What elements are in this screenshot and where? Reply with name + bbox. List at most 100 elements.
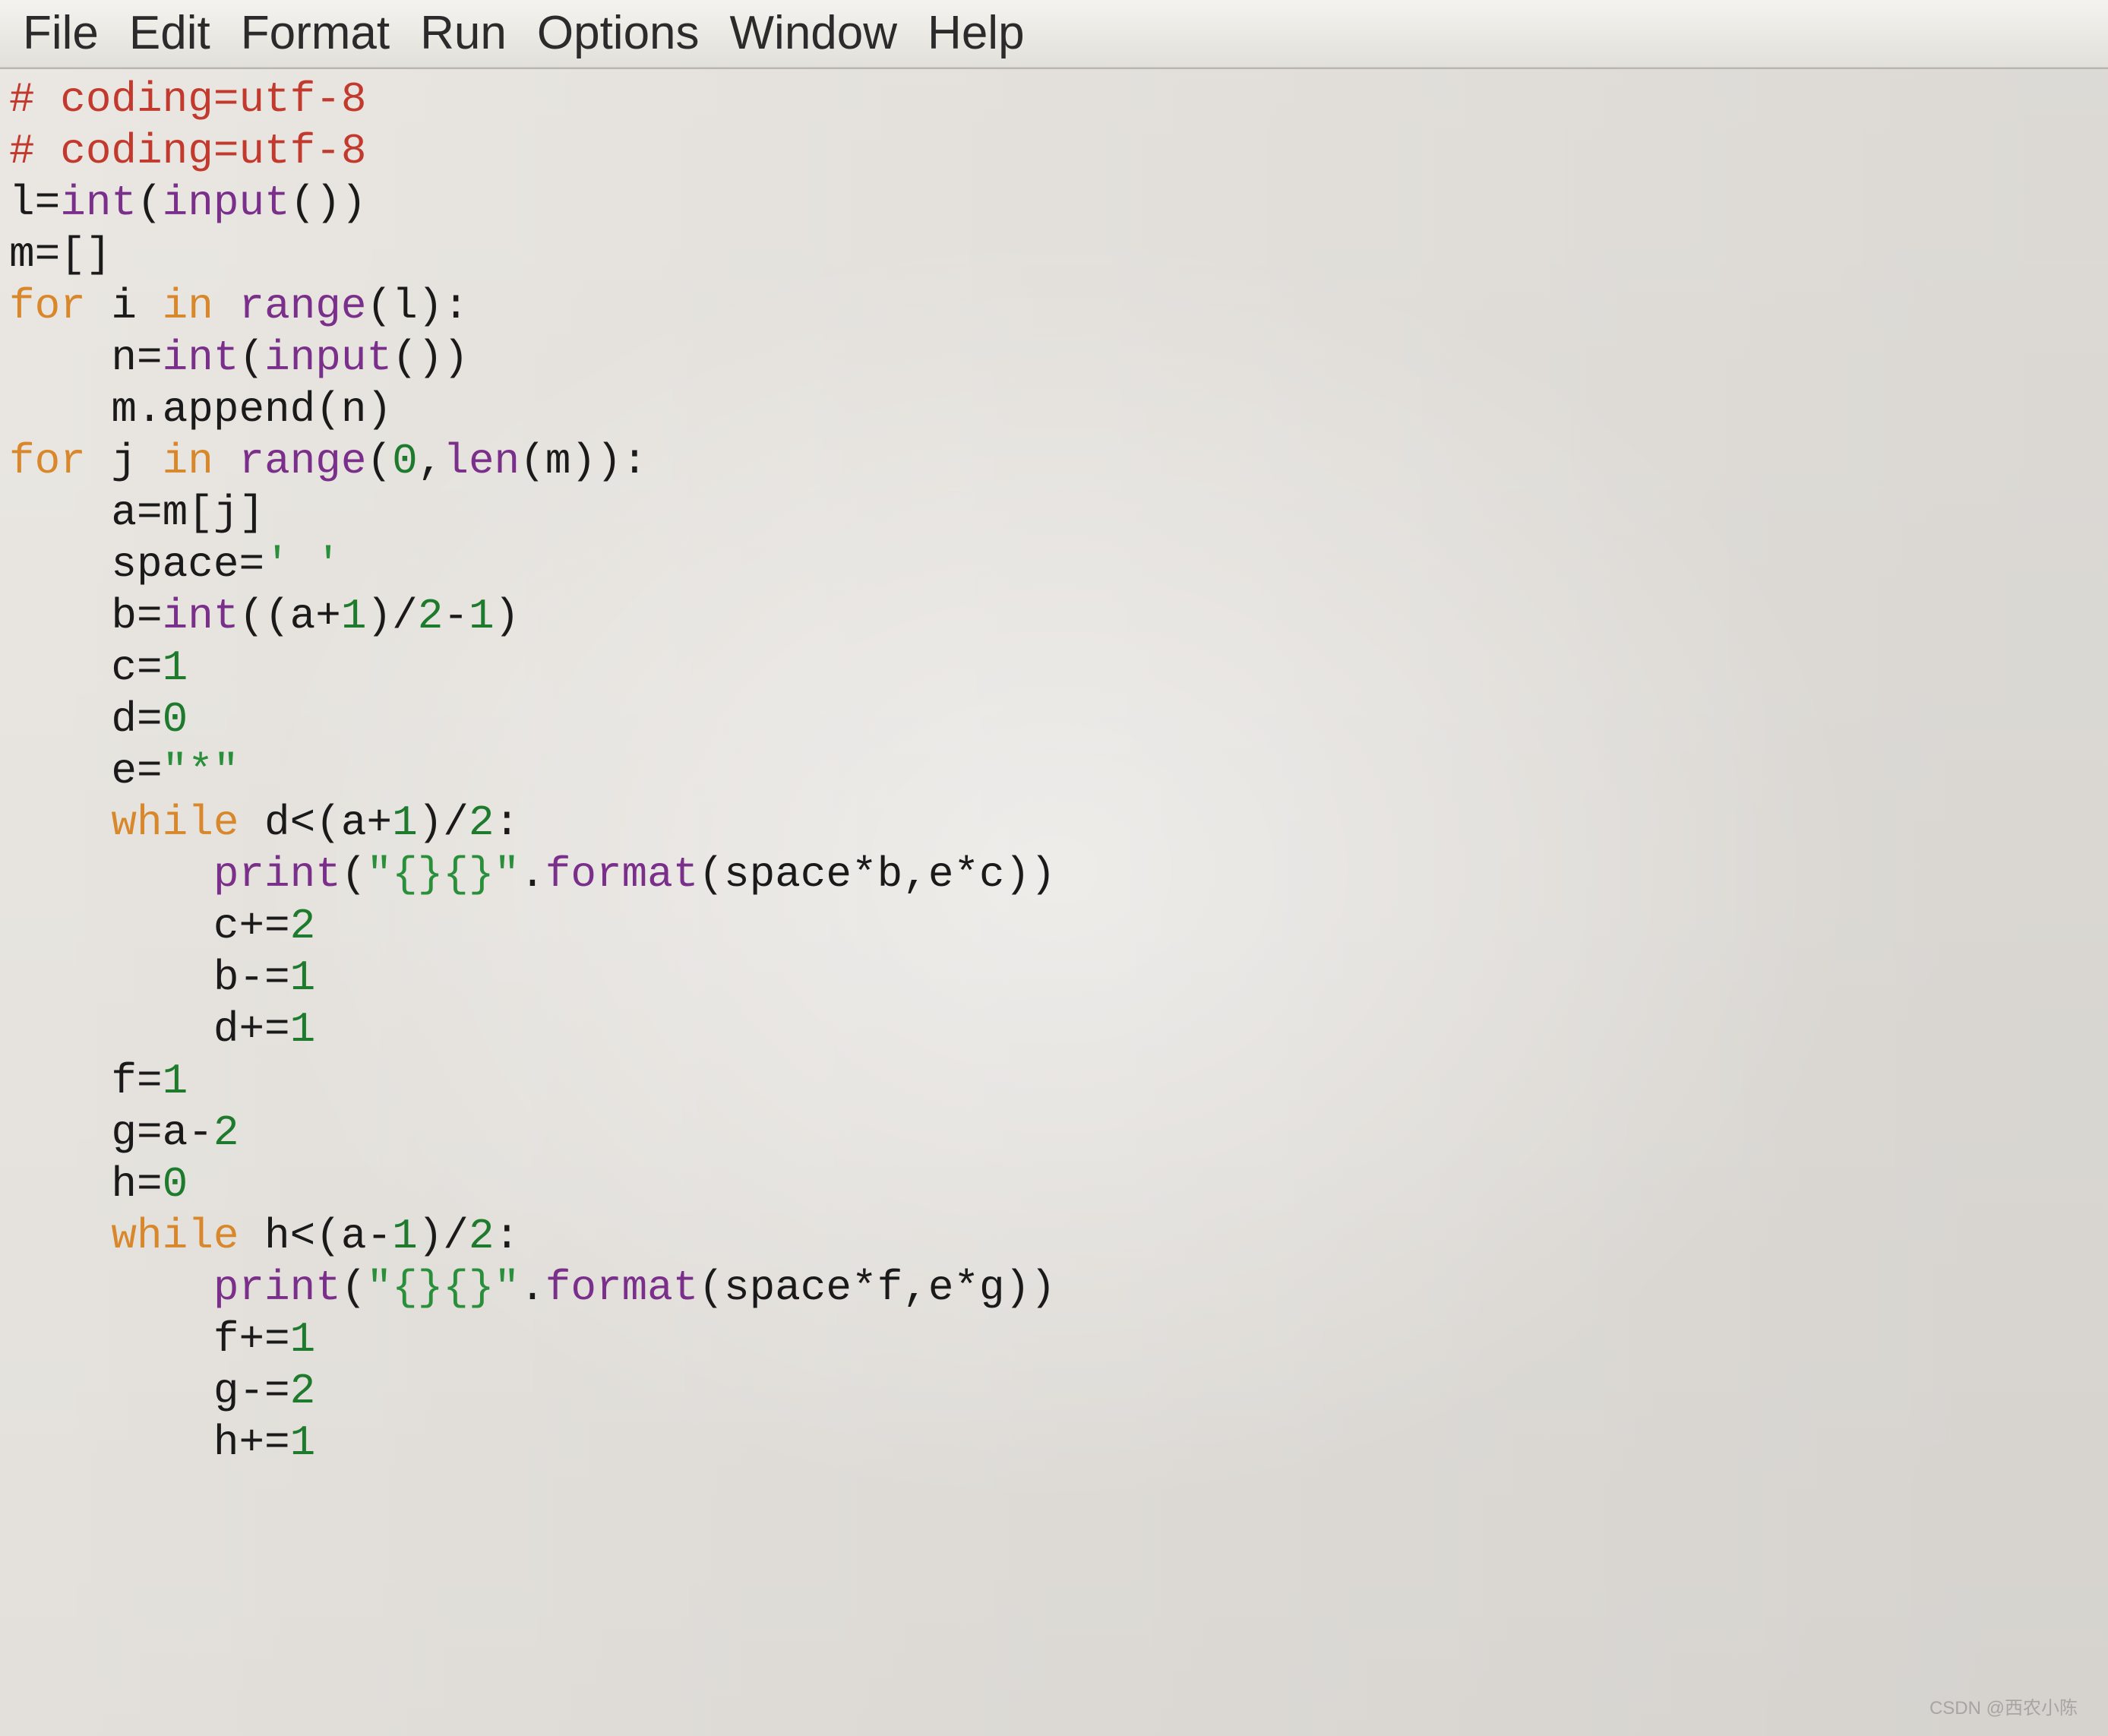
number-token: 0: [392, 437, 418, 485]
code-line: c+=2: [9, 900, 2108, 952]
menu-file[interactable]: File: [23, 6, 99, 60]
builtin-token: range: [239, 282, 366, 330]
code-token: f+=: [9, 1315, 290, 1364]
code-token: d=: [9, 695, 163, 744]
code-token: f=: [9, 1057, 163, 1105]
code-token: ()): [290, 179, 367, 227]
number-token: 2: [469, 798, 495, 847]
code-line: f+=1: [9, 1314, 2108, 1365]
code-line: l=int(input()): [9, 177, 2108, 229]
number-token: 2: [290, 902, 316, 950]
code-token: g-=: [9, 1367, 290, 1415]
code-line: space=' ': [9, 539, 2108, 590]
number-token: 1: [341, 592, 367, 640]
number-token: 1: [163, 643, 188, 692]
code-line: e="*": [9, 745, 2108, 797]
code-line: print("{}{}".format(space*f,e*g)): [9, 1262, 2108, 1314]
code-token: (: [367, 437, 393, 485]
code-token: -: [443, 592, 469, 640]
code-line: d=0: [9, 694, 2108, 745]
code-line: for j in range(0,len(m)):: [9, 435, 2108, 487]
number-token: 1: [290, 1418, 316, 1467]
menu-options[interactable]: Options: [537, 6, 700, 60]
keyword-token: for: [9, 282, 86, 330]
code-token: :: [495, 798, 520, 847]
code-line: n=int(input()): [9, 332, 2108, 384]
number-token: 2: [213, 1108, 239, 1157]
code-line: b-=1: [9, 952, 2108, 1004]
code-line: m=[]: [9, 229, 2108, 280]
code-token: )/: [418, 1212, 469, 1260]
code-token: h<(a-: [239, 1212, 392, 1260]
code-token: b=: [9, 592, 163, 640]
code-token: .: [520, 850, 545, 899]
code-token: (: [137, 179, 163, 227]
builtin-token: len: [443, 437, 520, 485]
number-token: 2: [418, 592, 444, 640]
code-line: h+=1: [9, 1417, 2108, 1469]
code-line: d+=1: [9, 1004, 2108, 1055]
code-token: l=: [9, 179, 60, 227]
code-line: g=a-2: [9, 1107, 2108, 1159]
menu-run[interactable]: Run: [420, 6, 507, 60]
code-token: c+=: [9, 902, 290, 950]
code-token: d+=: [9, 1005, 290, 1054]
builtin-token: format: [545, 850, 699, 899]
code-token: space=: [9, 540, 264, 589]
code-line: m.append(n): [9, 384, 2108, 435]
code-token: ): [495, 592, 520, 640]
menubar: File Edit Format Run Options Window Help: [0, 0, 2108, 69]
code-token: [9, 798, 111, 847]
code-token: n=: [9, 334, 163, 382]
code-token: (: [239, 334, 264, 382]
code-token: b-=: [9, 953, 290, 1002]
menubar-inner: File Edit Format Run Options Window Help: [0, 0, 2108, 68]
keyword-token: while: [111, 1212, 239, 1260]
number-token: 1: [290, 953, 316, 1002]
number-token: 2: [290, 1367, 316, 1415]
code-token: (l):: [367, 282, 469, 330]
code-line: c=1: [9, 642, 2108, 694]
code-token: .: [520, 1263, 545, 1312]
code-token: j: [86, 437, 163, 485]
keyword-token: in: [163, 437, 213, 485]
builtin-token: print: [213, 1263, 341, 1312]
code-token: [213, 282, 239, 330]
number-token: 1: [290, 1315, 316, 1364]
code-editor[interactable]: # coding=utf-8 # coding=utf-8 l=int(inpu…: [0, 69, 2108, 1736]
code-token: (m)):: [520, 437, 647, 485]
code-line: f=1: [9, 1055, 2108, 1107]
code-line: print("{}{}".format(space*b,e*c)): [9, 849, 2108, 900]
code-token: )/: [418, 798, 469, 847]
code-line: a=m[j]: [9, 487, 2108, 539]
keyword-token: while: [111, 798, 239, 847]
code-token: h+=: [9, 1418, 290, 1467]
code-line: while h<(a-1)/2:: [9, 1210, 2108, 1262]
keyword-token: in: [163, 282, 213, 330]
code-token: g=a-: [9, 1108, 213, 1157]
code-token: :: [495, 1212, 520, 1260]
builtin-token: format: [545, 1263, 699, 1312]
string-token: "*": [163, 747, 239, 795]
menu-help[interactable]: Help: [928, 6, 1025, 60]
comment-token: # coding=utf-8: [9, 127, 366, 175]
code-token: ,: [418, 437, 444, 485]
code-token: (space*f,e*g)): [698, 1263, 1055, 1312]
menu-edit[interactable]: Edit: [129, 6, 210, 60]
menu-format[interactable]: Format: [241, 6, 390, 60]
code-token: m.append(n): [9, 385, 392, 434]
number-token: 1: [163, 1057, 188, 1105]
code-token: h=: [9, 1160, 163, 1209]
number-token: 1: [392, 798, 418, 847]
code-token: [9, 850, 213, 899]
number-token: 1: [469, 592, 495, 640]
string-token: ' ': [264, 540, 341, 589]
builtin-token: input: [264, 334, 392, 382]
code-line: g-=2: [9, 1365, 2108, 1417]
menu-window[interactable]: Window: [730, 6, 898, 60]
code-token: (: [341, 850, 367, 899]
code-token: i: [86, 282, 163, 330]
code-line: while d<(a+1)/2:: [9, 797, 2108, 849]
builtin-token: int: [60, 179, 137, 227]
builtin-token: range: [239, 437, 366, 485]
